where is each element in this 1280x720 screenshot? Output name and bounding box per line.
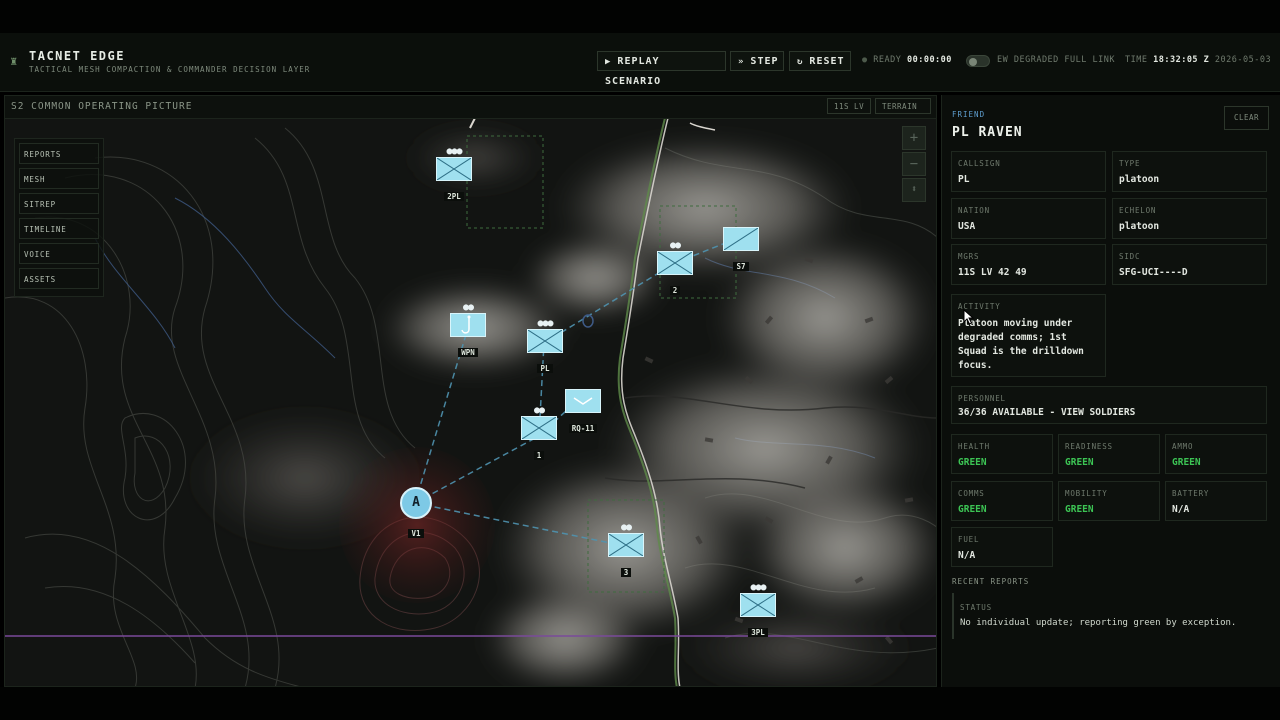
step-button[interactable]: » STEP: [730, 51, 784, 71]
recent-reports-title: RECENT REPORTS: [952, 577, 1030, 586]
report-item[interactable]: STATUS No individual update; reporting g…: [952, 593, 1268, 639]
infantry-symbol-icon: [740, 593, 776, 617]
grid-zone-chip[interactable]: 11S LV: [827, 98, 872, 114]
ew-degraded-toggle[interactable]: [966, 55, 990, 67]
echelon-dots: ●●●: [537, 318, 553, 329]
status-battery: BATTERY N/A: [1165, 481, 1267, 521]
field-type: TYPE platoon: [1112, 151, 1267, 192]
unit-label: RQ-11: [568, 424, 598, 433]
unit-label: S7: [733, 262, 749, 271]
unit-label: 1: [533, 451, 545, 460]
map-view[interactable]: S2 COMMON OPERATING PICTURE 11S LV TERRA…: [4, 95, 937, 687]
app-title: TACNET EDGE: [29, 49, 125, 63]
echelon-dots: ●●: [620, 522, 632, 533]
elapsed-time: 00:00:00: [906, 55, 952, 65]
unit-label: 3: [620, 568, 632, 577]
uav-symbol-icon: [565, 389, 601, 413]
mouse-cursor-icon: [963, 309, 975, 325]
unit-label: WPN: [458, 348, 478, 357]
app-logo-icon: ♜: [10, 54, 18, 68]
infantry-symbol-icon: [723, 227, 759, 251]
infantry-symbol-icon: [521, 416, 557, 440]
app-subtitle: TACTICAL MESH COMPACTION & COMMANDER DEC…: [29, 65, 311, 74]
infantry-symbol-icon: [527, 329, 563, 353]
unit-label: V1: [408, 529, 424, 538]
infantry-symbol-icon: [436, 157, 472, 181]
reset-button[interactable]: ↻ RESET: [789, 51, 851, 71]
nav-timeline[interactable]: TIMELINE: [19, 218, 99, 239]
infantry-symbol-icon: [608, 533, 644, 557]
nav-reports[interactable]: REPORTS: [19, 143, 99, 164]
app-header: ♜ TACNET EDGE TACTICAL MESH COMPACTION &…: [0, 33, 1280, 92]
map-title: S2 COMMON OPERATING PICTURE: [11, 101, 193, 112]
zoom-controls: + − ⬍: [902, 126, 926, 206]
field-callsign: CALLSIGN PL: [951, 151, 1106, 192]
play-icon: ▶: [605, 57, 612, 67]
fast-forward-icon: »: [738, 57, 745, 67]
clear-button[interactable]: CLEAR: [1224, 106, 1269, 130]
field-personnel[interactable]: PERSONNEL 36/36 AVAILABLE - VIEW SOLDIER…: [951, 386, 1267, 424]
compass-icon[interactable]: ⬍: [902, 178, 926, 202]
echelon-dots: ●●: [533, 405, 545, 416]
unit-detail-panel: FRIEND PL RAVEN CLEAR CALLSIGN PL TYPE p…: [941, 95, 1280, 687]
unit-label: 2: [669, 286, 681, 295]
clock-time: 18:32:05 Z: [1153, 55, 1210, 65]
reset-icon: ↻: [797, 57, 804, 67]
vehicle-symbol-icon: A: [400, 487, 432, 519]
nav-mesh[interactable]: MESH: [19, 168, 99, 189]
link-state: EW DEGRADED FULL LINK: [997, 55, 1115, 65]
infantry-symbol-icon: [657, 251, 693, 275]
weapons-symbol-icon: [450, 313, 486, 337]
field-activity: ACTIVITY Platoon moving under degraded c…: [951, 294, 1106, 377]
map-side-nav: REPORTS MESH SITREP TIMELINE VOICE ASSET…: [14, 138, 104, 297]
nav-sitrep[interactable]: SITREP: [19, 193, 99, 214]
status-fuel: FUEL N/A: [951, 527, 1053, 567]
status-dot-icon: ●: [862, 55, 868, 65]
replay-scenario-button[interactable]: ▶ REPLAY SCENARIO: [597, 51, 726, 87]
clock: TIME 18:32:05 Z 2026-05-03: [1125, 55, 1272, 65]
status-comms: COMMS GREEN: [951, 481, 1053, 521]
nav-assets[interactable]: ASSETS: [19, 268, 99, 289]
clock-date: 2026-05-03: [1214, 55, 1272, 65]
letterbox-bottom: [0, 687, 1280, 720]
ready-status: ● READY 00:00:00: [862, 55, 952, 65]
echelon-dots: ●●●: [446, 146, 462, 157]
nav-voice[interactable]: VOICE: [19, 243, 99, 264]
status-readiness: READINESS GREEN: [1058, 434, 1160, 474]
toggle-knob: [969, 57, 977, 66]
affiliation-label: FRIEND: [952, 110, 986, 119]
field-echelon: ECHELON platoon: [1112, 198, 1267, 239]
unit-label: PL: [537, 364, 553, 373]
field-nation: NATION USA: [951, 198, 1106, 239]
unit-label: 3PL: [748, 628, 768, 637]
terrain-map: [5, 118, 936, 686]
status-ammo: AMMO GREEN: [1165, 434, 1267, 474]
echelon-dots: ●●: [669, 240, 681, 251]
status-mobility: MOBILITY GREEN: [1058, 481, 1160, 521]
zoom-out-button[interactable]: −: [902, 152, 926, 176]
view-soldiers-link[interactable]: 36/36 AVAILABLE - VIEW SOLDIERS: [958, 407, 1135, 418]
unit-label: 2PL: [444, 192, 464, 201]
map-header: S2 COMMON OPERATING PICTURE 11S LV TERRA…: [5, 96, 936, 119]
echelon-dots: ●●: [462, 302, 474, 313]
letterbox-top: [0, 0, 1280, 33]
field-mgrs: MGRS 11S LV 42 49: [951, 244, 1106, 285]
echelon-dots: ●●●: [750, 582, 766, 593]
terrain-chip[interactable]: TERRAIN: [875, 98, 931, 114]
unit-name: PL RAVEN: [952, 125, 1023, 140]
field-sidc: SIDC SFG-UCI----D: [1112, 244, 1267, 285]
status-health: HEALTH GREEN: [951, 434, 1053, 474]
zoom-in-button[interactable]: +: [902, 126, 926, 150]
